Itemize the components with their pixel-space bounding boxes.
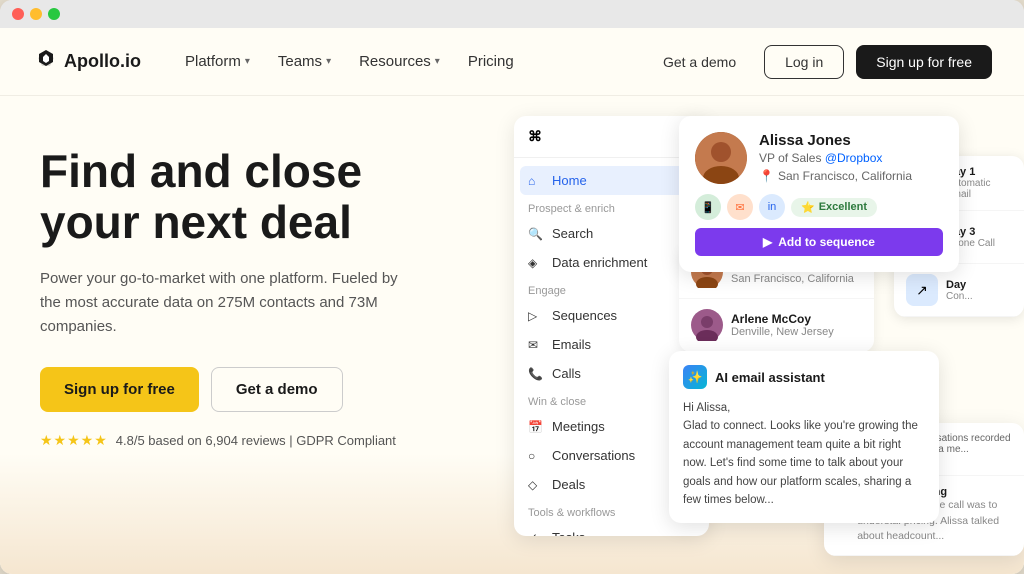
logo-icon: [32, 48, 60, 76]
contact-badges: 📱 ✉ in ⭐ Excellent: [695, 194, 943, 220]
maximize-button[interactable]: [48, 8, 60, 20]
ai-icon: ✨: [683, 365, 707, 389]
contact-card: Alissa Jones VP of Sales @Dropbox 📍 San …: [679, 116, 959, 272]
hero-section: Find and close your next deal Power your…: [0, 96, 1024, 449]
reviews: ★★★★★ 4.8/5 based on 6,904 reviews | GDP…: [40, 432, 420, 449]
login-button[interactable]: Log in: [764, 45, 844, 79]
star-icon: ⭐: [801, 201, 815, 214]
sequences-icon: ▷: [528, 309, 544, 323]
person-info: Arlene McCoy Denville, New Jersey: [731, 312, 834, 338]
nav-right: Get a demo Log in Sign up for free: [647, 45, 992, 79]
hero-buttons: Sign up for free Get a demo: [40, 367, 420, 412]
app-preview: ⌘ ⊞ ⌂ Home Prospect & enrich 🔍 Search: [514, 116, 1024, 556]
home-icon: ⌂: [528, 174, 544, 188]
nav-links: Platform ▾ Teams ▾ Resources ▾ Pricing: [173, 45, 647, 78]
sidebar-item-home[interactable]: ⌂ Home: [520, 166, 703, 195]
nav-platform[interactable]: Platform ▾: [173, 45, 262, 78]
star-rating: ★★★★★: [40, 432, 108, 449]
contact-name: Alissa Jones: [759, 132, 943, 149]
close-button[interactable]: [12, 8, 24, 20]
logo[interactable]: Apollo.io: [32, 48, 141, 76]
chevron-down-icon: ▾: [435, 56, 440, 67]
nav-pricing[interactable]: Pricing: [456, 45, 526, 78]
minimize-button[interactable]: [30, 8, 42, 20]
chevron-down-icon: ▾: [326, 56, 331, 67]
browser-titlebar: [0, 0, 1024, 28]
page-content: Apollo.io Platform ▾ Teams ▾ Resources ▾…: [0, 28, 1024, 574]
nav-teams[interactable]: Teams ▾: [266, 45, 343, 78]
conversations-icon: ○: [528, 449, 544, 463]
calls-icon: 📞: [528, 367, 544, 381]
chevron-down-icon: ▾: [245, 56, 250, 67]
browser-window: Apollo.io Platform ▾ Teams ▾ Resources ▾…: [0, 0, 1024, 574]
badge-phone: 📱: [695, 194, 721, 220]
meetings-icon: 📅: [528, 420, 544, 434]
sidebar-item-tasks[interactable]: ✓ Tasks: [514, 523, 709, 536]
connect-sequence-icon: ↗: [906, 274, 938, 306]
badge-linkedin: in: [759, 194, 785, 220]
tasks-icon: ✓: [528, 531, 544, 537]
search-icon: 🔍: [528, 227, 544, 241]
contact-info: Alissa Jones VP of Sales @Dropbox 📍 San …: [759, 132, 943, 184]
avatar: [691, 309, 723, 341]
ai-panel-body: Hi Alissa, Glad to connect. Looks like y…: [683, 399, 925, 509]
avatar-image: [695, 132, 747, 184]
demo-button-hero[interactable]: Get a demo: [211, 367, 343, 412]
review-text: 4.8/5 based on 6,904 reviews | GDPR Comp…: [116, 433, 396, 448]
data-icon: ◈: [528, 256, 544, 270]
signup-button-nav[interactable]: Sign up for free: [856, 45, 992, 79]
location-icon: 📍: [759, 169, 774, 183]
hero-title: Find and close your next deal: [40, 146, 420, 247]
navbar: Apollo.io Platform ▾ Teams ▾ Resources ▾…: [0, 28, 1024, 96]
contact-company: @Dropbox: [825, 151, 883, 165]
deals-icon: ◇: [528, 478, 544, 492]
ai-email-panel: ✨ AI email assistant Hi Alissa, Glad to …: [669, 351, 939, 523]
add-sequence-button[interactable]: ▶ Add to sequence: [695, 228, 943, 256]
signup-button-hero[interactable]: Sign up for free: [40, 367, 199, 412]
hero-subtitle: Power your go-to-market with one platfor…: [40, 267, 420, 339]
sidebar-logo-icon: ⌘: [528, 128, 542, 145]
avatar: [695, 132, 747, 184]
play-icon: ▶: [763, 235, 772, 249]
badge-email: ✉: [727, 194, 753, 220]
list-item[interactable]: Arlene McCoy Denville, New Jersey: [679, 299, 874, 352]
ai-panel-title: AI email assistant: [715, 370, 825, 385]
email-icon: ✉: [528, 338, 544, 352]
contact-top: Alissa Jones VP of Sales @Dropbox 📍 San …: [695, 132, 943, 184]
sequence-item-info: Day Con...: [946, 279, 973, 302]
quality-badge: ⭐ Excellent: [791, 198, 877, 217]
nav-resources[interactable]: Resources ▾: [347, 45, 452, 78]
get-demo-link[interactable]: Get a demo: [647, 46, 752, 78]
ai-panel-header: ✨ AI email assistant: [683, 365, 925, 389]
hero-text: Find and close your next deal Power your…: [40, 136, 420, 449]
contact-title: VP of Sales @Dropbox: [759, 151, 943, 165]
contact-location: 📍 San Francisco, California: [759, 169, 943, 183]
